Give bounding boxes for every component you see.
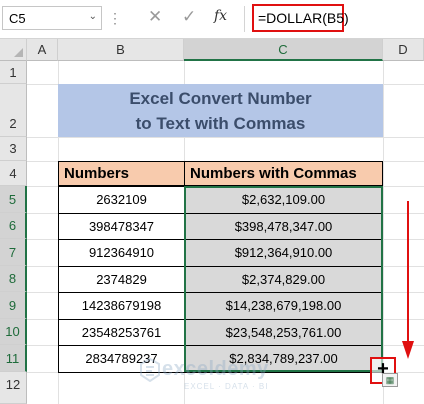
gridline — [383, 61, 384, 404]
watermark-logo: exceldemy EXCEL · DATA · BI — [140, 356, 280, 396]
row-header-9[interactable]: 9 — [0, 292, 27, 319]
name-box-value: C5 — [9, 11, 26, 26]
logo-icon — [140, 358, 160, 382]
row-header-12[interactable]: 12 — [0, 372, 27, 404]
row-header-10[interactable]: 10 — [0, 319, 27, 345]
table-header-numbers-with-commas[interactable]: Numbers with Commas — [184, 161, 383, 186]
formula-bar: C5 ⌄ ⋮ ✕ ✓ fx =DOLLAR(B5) — [0, 0, 424, 39]
table-cell-number[interactable]: 2374829 — [58, 266, 185, 293]
row-header-11[interactable]: 11 — [0, 345, 27, 372]
auto-fill-options-icon[interactable]: ▦ — [382, 373, 398, 387]
column-header-c[interactable]: C — [184, 39, 383, 61]
column-header-d[interactable]: D — [383, 39, 424, 61]
table-cell-number[interactable]: 14238679198 — [58, 292, 185, 320]
row-header-8[interactable]: 8 — [0, 266, 27, 292]
sheet-title[interactable]: Excel Convert Number to Text with Commas — [58, 84, 383, 137]
row-header-6[interactable]: 6 — [0, 213, 27, 239]
gridline — [27, 137, 424, 138]
select-all-corner[interactable] — [0, 39, 27, 61]
row-header-1[interactable]: 1 — [0, 61, 27, 84]
table-cell-dollar[interactable]: $398,478,347.00 — [184, 213, 383, 240]
name-box[interactable]: C5 ⌄ — [2, 6, 102, 30]
check-icon[interactable]: ✓ — [182, 7, 196, 27]
row-header-5[interactable]: 5 — [0, 186, 27, 213]
column-header-a[interactable]: A — [27, 39, 58, 61]
row-header-4[interactable]: 4 — [0, 161, 27, 186]
table-cell-number[interactable]: 2632109 — [58, 186, 185, 214]
table-cell-number[interactable]: 23548253761 — [58, 319, 185, 346]
formula-input[interactable]: =DOLLAR(B5) — [252, 4, 349, 32]
row-header-3[interactable]: 3 — [0, 137, 27, 161]
table-cell-dollar[interactable]: $23,548,253,761.00 — [184, 319, 383, 346]
table-header-numbers[interactable]: Numbers — [58, 161, 185, 186]
column-header-b[interactable]: B — [58, 39, 184, 61]
row-header-2[interactable]: 2 — [0, 84, 27, 137]
insert-function-icon[interactable]: fx — [214, 8, 227, 24]
row-header-7[interactable]: 7 — [0, 239, 27, 266]
table-cell-number[interactable]: 398478347 — [58, 213, 185, 240]
table-cell-dollar[interactable]: $912,364,910.00 — [184, 239, 383, 267]
title-line-1: Excel Convert Number — [129, 89, 312, 108]
down-arrow-icon — [402, 201, 414, 359]
table-cell-dollar[interactable]: $2,632,109.00 — [184, 186, 383, 214]
watermark-name: exceldemy — [162, 358, 269, 380]
formula-bar-divider — [244, 6, 245, 32]
watermark-tagline: EXCEL · DATA · BI — [184, 382, 269, 391]
cancel-icon[interactable]: ✕ — [148, 7, 162, 27]
chevron-down-icon[interactable]: ⌄ — [89, 11, 97, 22]
title-line-2: to Text with Commas — [135, 114, 306, 133]
table-cell-number[interactable]: 912364910 — [58, 239, 185, 267]
more-options-icon: ⋮ — [108, 10, 122, 26]
formula-text: =DOLLAR(B5) — [258, 10, 349, 26]
table-cell-dollar[interactable]: $2,374,829.00 — [184, 266, 383, 293]
table-cell-dollar[interactable]: $14,238,679,198.00 — [184, 292, 383, 320]
